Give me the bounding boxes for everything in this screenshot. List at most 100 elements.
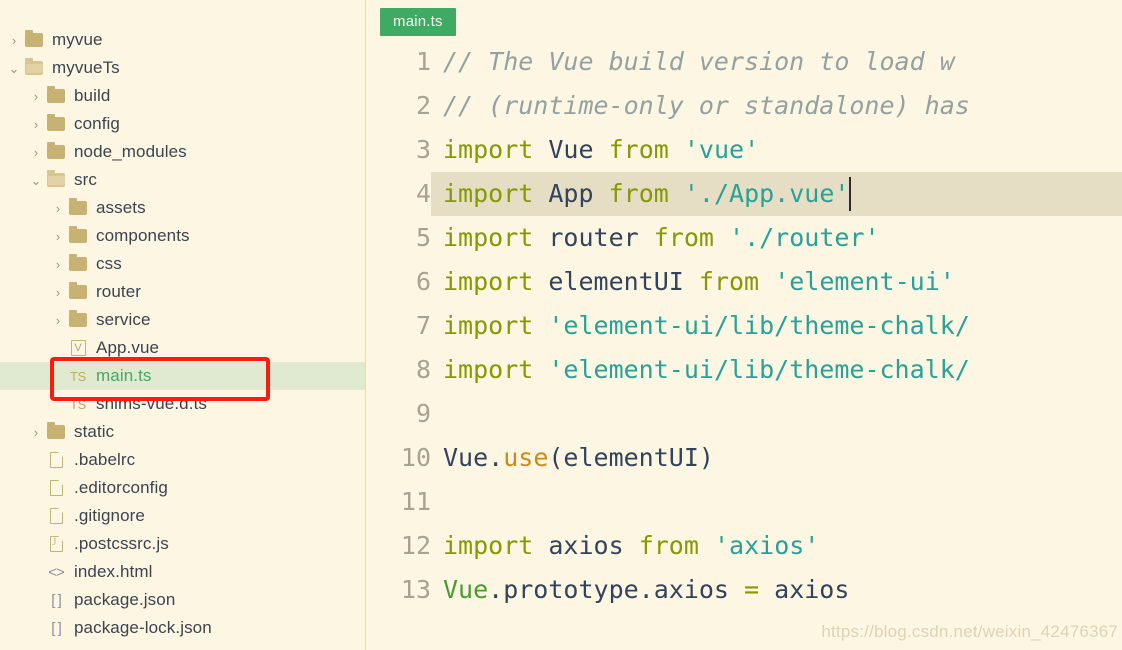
line-text[interactable] <box>431 480 1122 524</box>
chevron-right-icon[interactable]: › <box>28 426 44 439</box>
tree-item-build[interactable]: › build <box>0 82 365 110</box>
chevron-right-icon[interactable]: › <box>28 118 44 131</box>
tree-item--babelrc[interactable]: .babelrc <box>0 446 365 474</box>
line-text[interactable]: import App from './App.vue' <box>431 172 1122 216</box>
tree-item-label: myvueTs <box>52 58 120 77</box>
tree-item-css[interactable]: › css <box>0 250 365 278</box>
line-text[interactable]: import router from './router' <box>431 216 1122 260</box>
code-line[interactable]: 7 import 'element-ui/lib/theme-chalk/ <box>366 304 1122 348</box>
token-fn: use <box>503 443 549 472</box>
chevron-right-icon[interactable]: › <box>50 202 66 215</box>
text-caret <box>849 176 852 211</box>
project-file-tree[interactable]: › myvue ⌄ myvueTs › build › config › node_modules… <box>0 0 366 650</box>
line-text[interactable]: import 'element-ui/lib/theme-chalk/ <box>431 348 1122 392</box>
line-text[interactable]: Vue.use(elementUI) <box>431 436 1122 480</box>
line-number: 5 <box>415 223 431 252</box>
folder-icon <box>66 310 90 327</box>
tree-item-main-ts[interactable]: TS main.ts <box>0 362 365 390</box>
tree-item-label: components <box>96 226 190 245</box>
code-line[interactable]: 8 import 'element-ui/lib/theme-chalk/ <box>366 348 1122 392</box>
chevron-right-icon[interactable]: › <box>6 34 22 47</box>
tree-item-config[interactable]: › config <box>0 110 365 138</box>
code-line[interactable]: 6 import elementUI from 'element-ui' <box>366 260 1122 304</box>
tree-item-package-json[interactable]: [ ] package.json <box>0 586 365 614</box>
tree-item-myvue[interactable]: › myvue <box>0 26 365 54</box>
code-line[interactable]: 4 import App from './App.vue' <box>366 172 1122 216</box>
token-str: './App.vue' <box>683 179 850 208</box>
file-tree-list[interactable]: › myvue ⌄ myvueTs › build › config › node_modules… <box>0 26 365 642</box>
token-plain: axios <box>759 575 850 604</box>
code-line[interactable]: 9 <box>366 392 1122 436</box>
line-number: 8 <box>415 355 431 384</box>
token-comment: // (runtime-only or standalone) has <box>443 91 970 120</box>
code-line[interactable]: 12 import axios from 'axios' <box>366 524 1122 568</box>
tree-item-label: package-lock.json <box>74 618 212 637</box>
folder-icon <box>66 254 90 271</box>
tree-item-node-modules[interactable]: › node_modules <box>0 138 365 166</box>
code-content[interactable]: 1 // The Vue build version to load w 2 // (… <box>366 40 1122 650</box>
line-text[interactable]: Vue.prototype.axios = axios <box>431 568 1122 612</box>
tree-item-label: static <box>74 422 115 441</box>
token-kw: from <box>638 531 699 560</box>
line-text[interactable]: import elementUI from 'element-ui' <box>431 260 1122 304</box>
chevron-right-icon[interactable]: › <box>28 90 44 103</box>
code-line[interactable]: 5 import router from './router' <box>366 216 1122 260</box>
chevron-right-icon[interactable]: › <box>50 314 66 327</box>
code-line[interactable]: 11 <box>366 480 1122 524</box>
line-number: 1 <box>415 47 431 76</box>
file-icon <box>44 480 68 496</box>
tree-item-package-lock-json[interactable]: [ ] package-lock.json <box>0 614 365 642</box>
tree-item-app-vue[interactable]: V App.vue <box>0 334 365 362</box>
line-text[interactable]: import axios from 'axios' <box>431 524 1122 568</box>
tree-item-index-html[interactable]: <> index.html <box>0 558 365 586</box>
editor-tab-bar[interactable]: main.ts <box>366 0 456 40</box>
tree-item-myvuets[interactable]: ⌄ myvueTs <box>0 54 365 82</box>
line-text[interactable]: import 'element-ui/lib/theme-chalk/ <box>431 304 1122 348</box>
token-kw: import <box>443 531 534 560</box>
tree-item-service[interactable]: › service <box>0 306 365 334</box>
folder-icon <box>44 142 68 159</box>
tree-item-label: .babelrc <box>74 450 136 469</box>
chevron-down-icon[interactable]: ⌄ <box>6 62 22 75</box>
token-kw: import <box>443 179 534 208</box>
folder-open-icon <box>44 170 68 187</box>
code-editor-pane[interactable]: main.ts 1 // The Vue build version to loa… <box>366 0 1122 650</box>
tree-item--editorconfig[interactable]: .editorconfig <box>0 474 365 502</box>
line-text[interactable]: // The Vue build version to load w <box>431 40 1122 84</box>
chevron-right-icon[interactable]: › <box>50 286 66 299</box>
tree-item-shims-vue-d-ts[interactable]: TS shims-vue.d.ts <box>0 390 365 418</box>
line-text[interactable]: // (runtime-only or standalone) has <box>431 84 1122 128</box>
code-line[interactable]: 13 Vue.prototype.axios = axios <box>366 568 1122 612</box>
token-str: 'element-ui' <box>774 267 955 296</box>
code-line[interactable]: 3 import Vue from 'vue' <box>366 128 1122 172</box>
file-icon <box>44 508 68 524</box>
tree-item-label: src <box>74 170 97 189</box>
token-kw: from <box>608 135 669 164</box>
tree-item-src[interactable]: ⌄ src <box>0 166 365 194</box>
tree-item-router[interactable]: › router <box>0 278 365 306</box>
chevron-right-icon[interactable]: › <box>50 230 66 243</box>
tree-item-label: myvue <box>52 30 103 49</box>
chevron-down-icon[interactable]: ⌄ <box>28 174 44 187</box>
tree-item-assets[interactable]: › assets <box>0 194 365 222</box>
tree-item--gitignore[interactable]: .gitignore <box>0 502 365 530</box>
tree-item-components[interactable]: › components <box>0 222 365 250</box>
code-line[interactable]: 2 // (runtime-only or standalone) has <box>366 84 1122 128</box>
code-line[interactable]: 1 // The Vue build version to load w <box>366 40 1122 84</box>
tab-main-ts[interactable]: main.ts <box>380 8 456 36</box>
line-number: 9 <box>415 399 431 428</box>
tree-item--postcssrc-js[interactable]: .postcssrc.js <box>0 530 365 558</box>
line-text[interactable]: import Vue from 'vue' <box>431 128 1122 172</box>
code-line[interactable]: 10 Vue.use(elementUI) <box>366 436 1122 480</box>
chevron-right-icon[interactable]: › <box>28 146 44 159</box>
chevron-right-icon[interactable]: › <box>50 258 66 271</box>
line-text[interactable] <box>431 392 1122 436</box>
tree-item-static[interactable]: › static <box>0 418 365 446</box>
tree-item-label: router <box>96 282 142 301</box>
